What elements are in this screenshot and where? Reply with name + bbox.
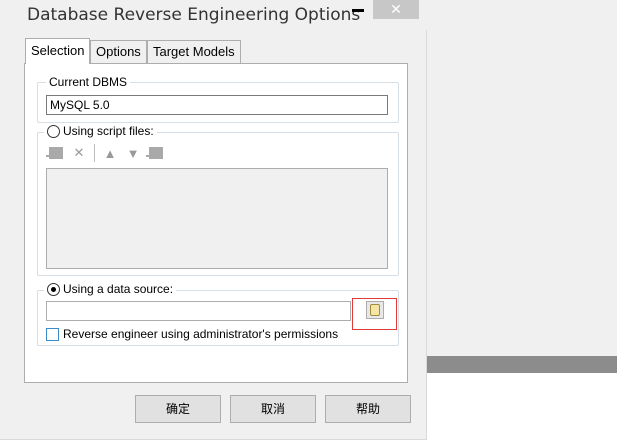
script-files-list[interactable] (46, 168, 388, 269)
script-files-radio[interactable] (47, 124, 60, 138)
data-source-input[interactable] (46, 301, 351, 321)
tab-options[interactable]: Options (90, 40, 147, 64)
toolbar-separator (94, 144, 95, 162)
move-down-icon[interactable]: ▼ (123, 144, 143, 162)
add-file-icon[interactable] (46, 144, 66, 162)
admin-permissions-option[interactable]: Reverse engineer using administrator's p… (46, 327, 338, 341)
data-source-label: Using a data source: (63, 282, 174, 296)
close-button[interactable]: ✕ (373, 0, 419, 19)
data-source-group: Using a data source: Reverse engineer us… (37, 282, 399, 346)
close-icon: ✕ (390, 1, 402, 17)
ok-button[interactable]: 确定 (135, 395, 221, 423)
minimize-button[interactable] (352, 9, 364, 12)
admin-permissions-checkbox[interactable] (46, 327, 59, 341)
title-bar: Database Reverse Engineering Options ✕ (0, 0, 427, 30)
clear-icon[interactable] (146, 144, 166, 162)
script-files-label: Using script files: (63, 124, 154, 138)
current-dbms-group: Current DBMS MySQL 5.0 (37, 75, 399, 123)
admin-permissions-label: Reverse engineer using administrator's p… (63, 327, 339, 341)
cancel-button[interactable]: 取消 (230, 395, 316, 423)
current-dbms-legend: Current DBMS (46, 75, 131, 89)
tab-selection[interactable]: Selection (25, 38, 91, 64)
data-source-option[interactable]: Using a data source: (44, 282, 177, 296)
reverse-engineering-dialog: Database Reverse Engineering Options ✕ S… (0, 0, 427, 440)
script-files-group: Using script files: ✕ ▲ ▼ (37, 124, 399, 276)
help-button[interactable]: 帮助 (325, 395, 411, 423)
selection-tab-panel: Current DBMS MySQL 5.0 Using script file… (24, 63, 408, 383)
highlight-annotation (352, 298, 397, 330)
dialog-title: Database Reverse Engineering Options (27, 5, 361, 25)
data-source-radio[interactable] (47, 282, 60, 296)
delete-icon[interactable]: ✕ (69, 144, 89, 162)
script-files-option[interactable]: Using script files: (44, 124, 157, 138)
move-up-icon[interactable]: ▲ (100, 144, 120, 162)
tab-target-models[interactable]: Target Models (147, 40, 241, 64)
current-dbms-field[interactable]: MySQL 5.0 (46, 95, 388, 115)
script-toolbar: ✕ ▲ ▼ (46, 143, 169, 163)
